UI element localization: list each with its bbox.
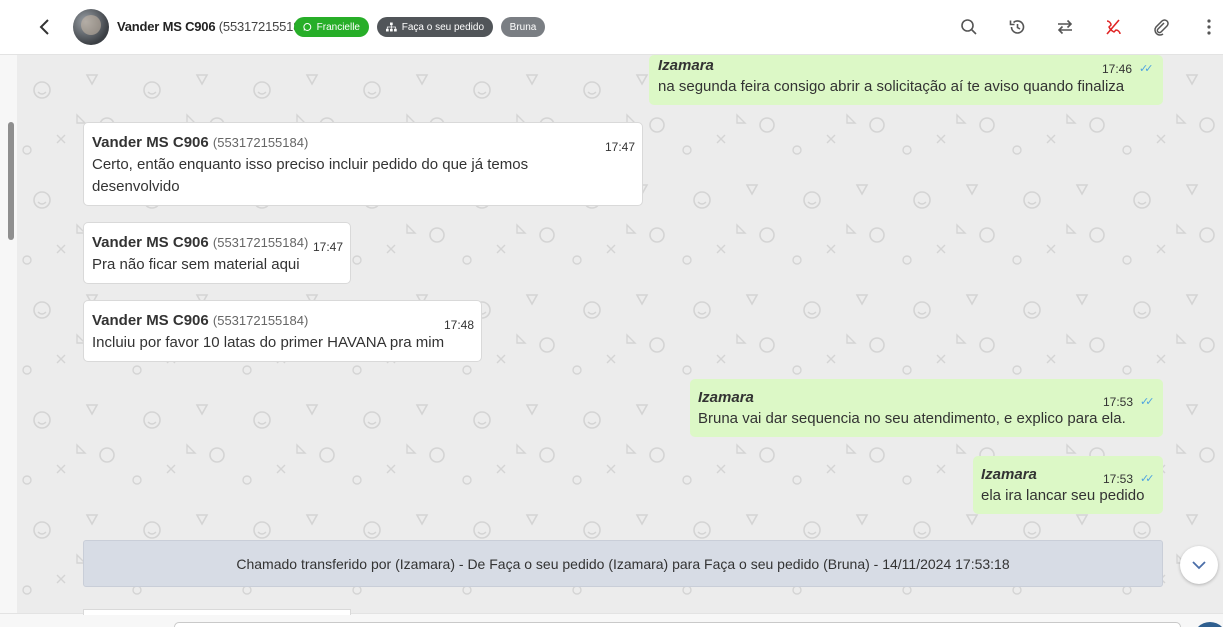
- message-bubble-outgoing[interactable]: Izamara 17:46 ✓✓ na segunda feira consig…: [649, 55, 1163, 105]
- message-bubble-incoming[interactable]: Vander MS C906 (553172155184) 17:47 Pra …: [83, 222, 351, 284]
- history-icon[interactable]: [1007, 17, 1027, 37]
- message-sender: Izamara: [698, 389, 754, 406]
- sender-name: Vander MS C906: [92, 312, 209, 329]
- message-bubble-incoming-partial: [83, 609, 351, 615]
- contact-title[interactable]: Vander MS C906 (553172155184): [117, 19, 312, 34]
- scrollbar[interactable]: [8, 122, 14, 240]
- agent-badge-francielle[interactable]: Francielle: [294, 17, 369, 37]
- message-sender: Vander MS C906 (553172155184): [92, 310, 308, 332]
- message-text: Pra não ficar sem material aqui: [92, 256, 300, 273]
- message-sender: Vander MS C906 (553172155184): [92, 232, 308, 254]
- attachment-icon[interactable]: [1151, 17, 1171, 37]
- more-icon[interactable]: [1199, 17, 1219, 37]
- badge-label: Faça o seu pedido: [401, 21, 484, 33]
- sitemap-icon: [386, 22, 397, 32]
- transfer-icon[interactable]: [1055, 17, 1075, 37]
- badge-label: Francielle: [316, 21, 360, 33]
- message-bubble-incoming[interactable]: Vander MS C906 (553172155184) 17:48 Incl…: [83, 300, 482, 362]
- sender-phone: (553172155184): [212, 135, 309, 150]
- double-check-icon: ✓✓: [1140, 396, 1155, 408]
- message-text: Bruna vai dar sequencia no seu atendimen…: [698, 410, 1126, 427]
- queue-badge[interactable]: Faça o seu pedido: [377, 17, 493, 37]
- agent-badge-bruna[interactable]: Bruna: [501, 17, 545, 37]
- message-text: na segunda feira consigo abrir a solicit…: [658, 78, 1125, 95]
- scroll-down-button[interactable]: [1180, 546, 1218, 584]
- message-sender: Izamara: [658, 57, 714, 74]
- end-chat-icon[interactable]: [1103, 17, 1123, 37]
- message-time: 17:48: [444, 318, 475, 332]
- badge-label: Bruna: [509, 21, 537, 33]
- double-check-icon: ✓✓: [1139, 63, 1154, 75]
- message-time: 17:47: [605, 140, 636, 154]
- search-icon[interactable]: [959, 17, 979, 37]
- message-sender: Izamara: [981, 466, 1037, 483]
- contact-avatar[interactable]: [73, 9, 109, 45]
- sender-phone: (553172155184): [212, 235, 309, 250]
- message-text: ela ira lancar seu pedido: [981, 487, 1145, 504]
- back-arrow-icon[interactable]: [34, 16, 56, 38]
- contact-name: Vander MS C906: [117, 19, 216, 34]
- message-sender: Vander MS C906 (553172155184): [92, 132, 308, 154]
- message-bubble-outgoing[interactable]: Izamara 17:53 ✓✓ Bruna vai dar sequencia…: [690, 379, 1163, 437]
- message-text: Incluiu por favor 10 latas do primer HAV…: [92, 334, 445, 351]
- sender-name: Vander MS C906: [92, 234, 209, 251]
- transfer-system-message: Chamado transferido por (Izamara) - De F…: [83, 540, 1163, 587]
- message-time: 17:47: [313, 240, 344, 254]
- chat-header: Vander MS C906 (553172155184) Francielle…: [0, 0, 1223, 55]
- message-bubble-outgoing[interactable]: Izamara 17:53 ✓✓ ela ira lancar seu pedi…: [973, 456, 1163, 514]
- sender-phone: (553172155184): [212, 313, 309, 328]
- whatsapp-icon: [303, 23, 312, 31]
- sender-name: Vander MS C906: [92, 134, 209, 151]
- message-text: Certo, então enquanto isso preciso inclu…: [92, 156, 529, 195]
- message-input[interactable]: [174, 622, 1181, 627]
- chevron-down-icon: [1192, 560, 1206, 569]
- chat-area: Izamara 17:46 ✓✓ na segunda feira consig…: [17, 55, 1223, 613]
- message-bubble-incoming[interactable]: Vander MS C906 (553172155184) 17:47 Cert…: [83, 122, 643, 206]
